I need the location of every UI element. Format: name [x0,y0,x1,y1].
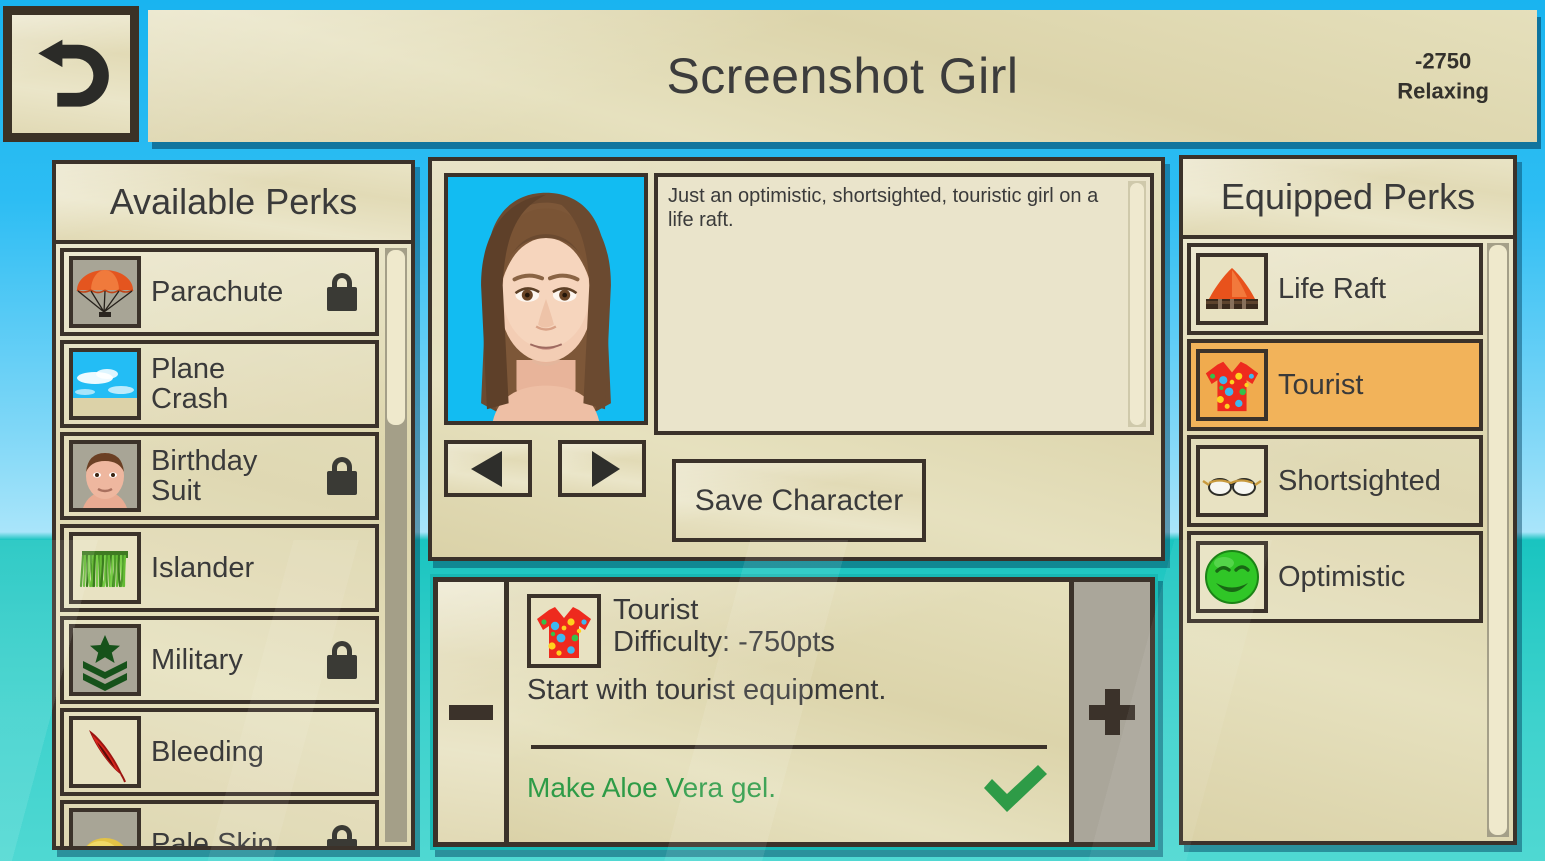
perk-label: Parachute [151,275,284,308]
available-perks-scrollbar[interactable] [385,248,407,842]
scrollbar-thumb[interactable] [387,250,405,425]
lock-glyph [327,825,357,846]
minus-icon [449,704,493,720]
portrait-art [448,177,644,421]
pale-skin-icon [69,808,141,846]
title-bar: Screenshot Girl -2750 Relaxing [148,10,1537,142]
lock-icon [323,454,361,498]
perk-detail-titles: Tourist Difficulty: -750pts [613,594,835,659]
military-rank-icon [69,624,141,696]
available-perk-row[interactable]: Plane Crash [60,340,379,428]
hawaiian-shirt-icon [527,594,601,668]
perk-label: Life Raft [1278,272,1386,305]
equipped-perk-row[interactable]: Life Raft [1187,243,1483,335]
grass-skirt-icon [69,532,141,604]
scrollbar-thumb[interactable] [1489,245,1507,835]
available-perk-row[interactable]: Parachute [60,248,379,336]
game-screen: Screenshot Girl -2750 Relaxing Available… [0,0,1545,861]
check-mark [984,765,1047,812]
check-icon [979,761,1051,815]
character-description: Just an optimistic, shortsighted, touris… [668,185,1099,231]
available-perks-list[interactable]: Parachute Plane Crash Birthday Suit Islande… [60,248,379,846]
perk-name: Tourist [613,594,699,626]
perk-detail-header: Tourist Difficulty: -750pts [527,594,1051,668]
character-description-box: Just an optimistic, shortsighted, touris… [654,173,1154,435]
description-scrollbar[interactable] [1128,181,1146,427]
divider [531,745,1047,749]
perk-label: Optimistic [1278,560,1406,593]
hawaiian-shirt-icon [1196,349,1268,421]
lock-glyph [327,641,357,679]
wound-icon [69,716,141,788]
score-value: -2750 [1415,48,1472,74]
character-portrait [444,173,648,425]
perk-label: Pale Skin [151,827,274,850]
available-perk-row[interactable]: Military [60,616,379,704]
perk-task: Make Aloe Vera gel. [527,772,777,803]
available-perks-body: Parachute Plane Crash Birthday Suit Islande… [52,244,415,850]
available-perk-row[interactable]: Pale Skin [60,800,379,850]
page-title: Screenshot Girl [666,48,1019,104]
nude-face-icon [69,440,141,512]
score-box: -2750 Relaxing [1397,46,1489,105]
equipped-perk-row[interactable]: Optimistic [1187,531,1483,623]
lock-icon [323,270,361,314]
equipped-perks-scrollbar[interactable] [1487,243,1509,837]
perk-difficulty: Difficulty: -750pts [613,626,835,659]
perk-task-row: Make Aloe Vera gel. [527,761,1051,815]
back-arrow-icon [38,39,109,107]
available-perk-row[interactable]: Islander [60,524,379,612]
right-arrow-icon [592,450,620,487]
equipped-perks-panel: Equipped Perks Life Raft Tourist Shortsigh… [1179,155,1517,845]
previous-character-button[interactable] [444,440,532,497]
lock-icon [323,822,361,846]
plus-icon [1089,689,1135,735]
equipped-perk-row[interactable]: Shortsighted [1187,435,1483,527]
perk-label: Islander [151,551,255,584]
scrollbar-thumb[interactable] [1130,183,1144,425]
perk-label: Tourist [1278,368,1364,401]
lock-glyph [327,273,357,311]
add-perk-button[interactable] [1069,577,1155,847]
perk-label: Birthday Suit [151,444,258,507]
lock-icon [323,638,361,682]
hawaiian-shirt-art [537,607,591,658]
perk-description: Start with tourist equipment. [527,674,887,706]
available-perks-header: Available Perks [52,160,415,244]
top-bar: Screenshot Girl -2750 Relaxing [0,0,1545,150]
perk-label: Shortsighted [1278,464,1441,497]
equipped-perk-row-selected[interactable]: Tourist [1187,339,1483,431]
back-button[interactable] [3,6,139,142]
lock-glyph [327,457,357,495]
sky-icon [69,348,141,420]
remove-perk-button[interactable] [433,577,509,847]
perk-detail-panel: Tourist Difficulty: -750pts Start with t… [430,574,1158,850]
life-raft-icon [1196,253,1268,325]
perk-label: Military [151,643,243,676]
perk-detail-body: Tourist Difficulty: -750pts Start with t… [509,577,1069,847]
available-perk-row[interactable]: Bleeding [60,708,379,796]
equipped-perks-title: Equipped Perks [1220,176,1476,217]
perk-label: Bleeding [151,735,264,768]
equipped-perks-header: Equipped Perks [1179,155,1517,239]
parachute-icon [69,256,141,328]
difficulty-label: Relaxing [1397,78,1489,103]
available-perks-panel: Available Perks Parachute Plane Crash Birt… [52,160,415,850]
save-character-label: Save Character [694,483,904,517]
character-panel: Just an optimistic, shortsighted, touris… [428,157,1165,561]
equipped-perks-body: Life Raft Tourist Shortsighted Optimistic [1179,239,1517,845]
save-character-button[interactable]: Save Character [672,459,926,542]
glasses-icon [1196,445,1268,517]
next-character-button[interactable] [558,440,646,497]
left-arrow-icon [471,450,502,487]
available-perk-row[interactable]: Birthday Suit [60,432,379,520]
equipped-perks-list[interactable]: Life Raft Tourist Shortsighted Optimistic [1187,243,1483,841]
smiley-icon [1196,541,1268,613]
available-perks-title: Available Perks [109,181,358,222]
perk-label: Plane Crash [151,352,229,415]
